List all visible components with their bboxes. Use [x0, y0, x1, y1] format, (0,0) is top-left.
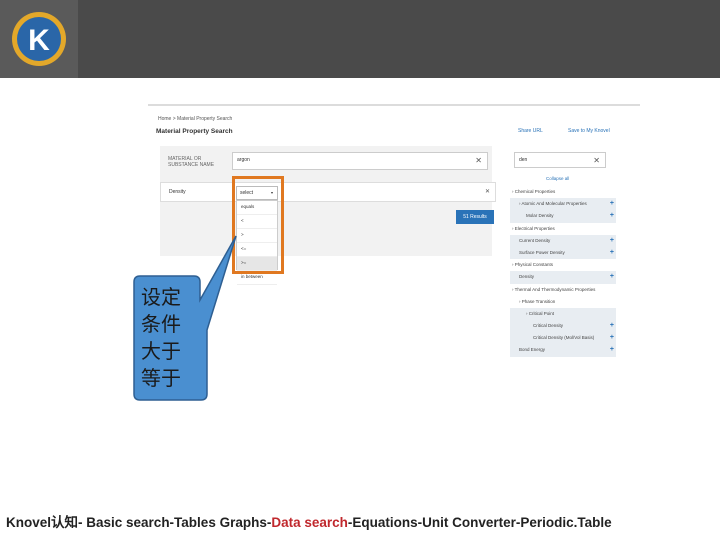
footer-highlight: Data search	[271, 515, 348, 530]
footer-nav: Knovel认知- Basic search-Tables Graphs-Dat…	[6, 511, 612, 531]
callout-line: 条件	[141, 312, 181, 336]
footer-suffix: -Equations-Unit Converter-Periodic.Table	[347, 515, 612, 530]
footer-prefix: Knovel认知- Basic search-Tables Graphs-	[6, 515, 272, 530]
callout-line: 设定	[141, 285, 181, 309]
callout-bubble	[133, 235, 237, 401]
callout-text: 设定 条件 大于 等于	[136, 284, 186, 392]
callout-line: 等于	[141, 366, 181, 390]
callout-line: 大于	[141, 339, 181, 363]
